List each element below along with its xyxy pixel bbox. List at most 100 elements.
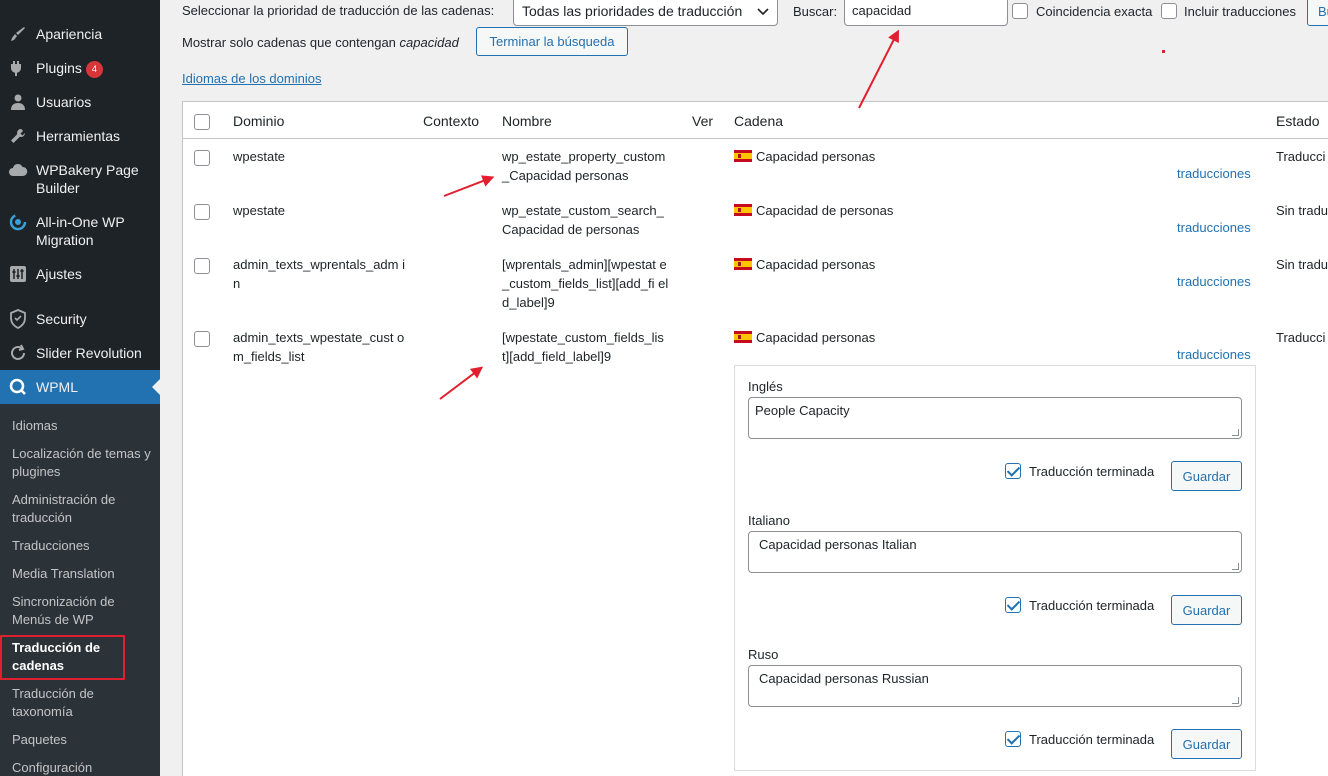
translation-textarea[interactable]: Capacidad personas Italian [748,531,1242,573]
row-string-text: Capacidad personas [756,149,876,164]
sidebar-item-wpml[interactable]: WPML [0,370,160,404]
row-status: Sin tradu [1276,203,1328,218]
annotation-dot [1162,50,1165,53]
row-name: [wprentals_admin][wpestat e_custom_field… [502,257,669,310]
row-status: Traducci [1276,330,1326,345]
row-string: Capacidad personas [734,147,875,166]
submenu-item-localizacion[interactable]: Localización de temas y plugines [12,445,152,481]
exact-match-label: Coincidencia exacta [1036,4,1153,19]
spain-flag-icon [734,258,752,270]
chevron-down-icon [757,3,769,19]
sidebar-item-ajustes[interactable]: Ajustes [0,264,160,284]
row-status: Sin tradu [1276,257,1328,272]
language-label: Italiano [748,513,790,528]
translation-editor-panel: Inglés People Capacity Traducción termin… [734,365,1256,771]
row-checkbox[interactable] [194,258,210,274]
translation-done-checkbox[interactable] [1005,463,1021,479]
translation-done-label: Traducción terminada [1029,598,1155,613]
paintbrush-icon [8,24,28,44]
row-domain: wpestate [233,203,286,218]
submenu-item-media-translation[interactable]: Media Translation [12,565,152,583]
submenu-item-configuracion[interactable]: Configuración [12,759,152,776]
translations-link[interactable]: traducciones [1177,166,1251,181]
column-header-status[interactable]: Estado [1276,113,1320,129]
spain-flag-icon [734,204,752,216]
submenu-item-paquetes[interactable]: Paquetes [12,731,152,749]
priority-select[interactable]: Todas las prioridades de traducción [513,0,778,26]
row-checkbox[interactable] [194,150,210,166]
sidebar-item-label: WPML [36,379,78,395]
row-string: Capacidad de personas [734,201,893,220]
submenu-item-traducciones[interactable]: Traducciones [12,537,152,555]
save-button[interactable]: Guardar [1171,729,1242,759]
sidebar-item-herramientas[interactable]: Herramientas [0,126,160,146]
sidebar-item-label: All-in-One WP Migration [36,214,125,248]
sidebar-item-label: WPBakery Page Builder [36,162,139,196]
main-content: Seleccionar la prioridad de traducción d… [160,0,1328,776]
column-header-context[interactable]: Contexto [423,113,479,129]
column-header-view: Ver [692,113,714,129]
sidebar-item-apariencia[interactable]: Apariencia [0,24,160,44]
sidebar-item-all-in-one-migration[interactable]: All-in-One WP Migration [0,212,160,249]
wrench-icon [8,126,28,146]
row-status: Traducci [1276,149,1326,164]
row-checkbox[interactable] [194,204,210,220]
sidebar-item-label: Plugins [36,60,82,76]
exact-match-checkbox[interactable] [1012,3,1028,19]
save-button[interactable]: Guardar [1171,461,1242,491]
include-translations-checkbox[interactable] [1161,3,1177,19]
column-header-string[interactable]: Cadena [734,113,783,129]
plugin-icon [8,58,28,78]
translation-done-checkbox[interactable] [1005,731,1021,747]
translations-link[interactable]: traducciones [1177,347,1251,362]
row-domain: admin_texts_wpestate_cust om_fields_list [233,330,405,364]
row-string: Capacidad personas [734,328,875,347]
current-item-highlight [0,635,125,680]
translation-textarea[interactable]: People Capacity [748,397,1242,439]
search-status-text: Mostrar solo cadenas que contengan capac… [182,35,459,50]
submenu-item-traduccion-taxonomia[interactable]: Traducción de taxonomía [12,685,152,721]
refresh-icon [8,343,28,363]
row-checkbox[interactable] [194,331,210,347]
language-label: Ruso [748,647,779,662]
column-header-domain[interactable]: Dominio [233,113,284,129]
sidebar-item-label: Herramientas [36,128,121,144]
save-button[interactable]: Guardar [1171,595,1242,625]
translation-done-checkbox[interactable] [1005,597,1021,613]
sidebar-item-plugins[interactable]: Plugins 4 [0,58,160,78]
sidebar-item-label: Security [36,311,87,327]
row-name: wp_estate_custom_search_ Capacidad de pe… [502,203,664,237]
sidebar-item-label: Apariencia [36,26,103,42]
row-string-text: Capacidad personas [756,257,876,272]
search-button[interactable]: Bu [1307,0,1328,26]
row-string: Capacidad personas [734,255,875,274]
row-name: [wpestate_custom_fields_lis t][add_field… [502,330,664,364]
end-search-button[interactable]: Terminar la búsqueda [476,27,628,56]
update-count-badge: 4 [85,61,103,78]
translations-link[interactable]: traducciones [1177,274,1251,289]
sidebar-item-slider-revolution[interactable]: Slider Revolution [0,343,160,363]
row-domain: admin_texts_wprentals_adm in [233,257,405,291]
cloud-icon [8,160,28,180]
user-icon [8,92,28,112]
search-input[interactable]: capacidad [844,0,1008,26]
sidebar-item-wpbakery[interactable]: WPBakery Page Builder [0,160,160,197]
select-all-checkbox[interactable] [194,114,210,130]
sidebar-item-usuarios[interactable]: Usuarios [0,92,160,112]
column-header-name[interactable]: Nombre [502,113,552,129]
settings-icon [8,264,28,284]
priority-select-value: Todas las prioridades de traducción [522,3,743,19]
sidebar-item-security[interactable]: Security [0,309,160,329]
wpml-icon [8,377,28,397]
sidebar-item-label: Slider Revolution [36,345,142,361]
row-string-text: Capacidad personas [756,330,876,345]
submenu-item-administracion[interactable]: Administración de traducción [12,491,152,527]
translation-textarea[interactable]: Capacidad personas Russian [748,665,1242,707]
submenu-item-idiomas[interactable]: Idiomas [12,417,152,435]
search-status-prefix: Mostrar solo cadenas que contengan [182,35,396,50]
submenu-item-sincronizacion-menus[interactable]: Sincronización de Menús de WP [12,593,152,629]
search-status-term: capacidad [399,35,459,50]
domain-languages-link[interactable]: Idiomas de los dominios [182,71,321,86]
sidebar-item-label: Ajustes [36,266,82,282]
translations-link[interactable]: traducciones [1177,220,1251,235]
